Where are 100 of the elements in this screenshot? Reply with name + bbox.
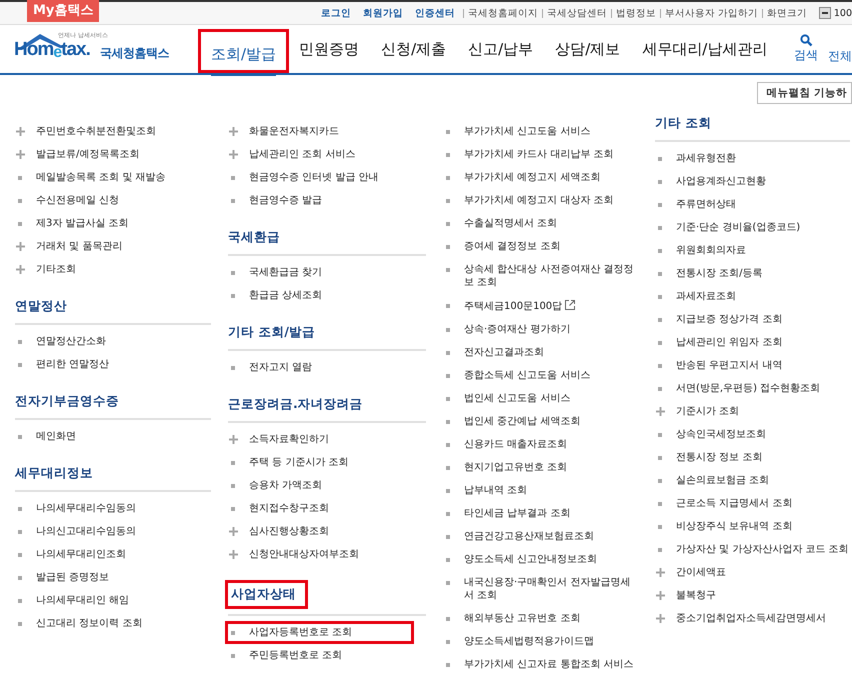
menu-link[interactable]: 과세자료조회 bbox=[676, 290, 736, 303]
menu-link[interactable]: 비상장주식 보유내역 조회 bbox=[676, 520, 792, 533]
menu-link[interactable]: 제3자 발급사실 조회 bbox=[36, 217, 129, 230]
bullet-icon bbox=[658, 318, 662, 322]
nav-tab[interactable]: 세무대리/납세관리 bbox=[630, 25, 780, 73]
section-heading: 세무대리정보 bbox=[15, 464, 93, 482]
menu-link[interactable]: 해외부동산 고유번호 조회 bbox=[464, 612, 580, 625]
top-link[interactable]: 국세청홈페이지 bbox=[468, 6, 538, 20]
menu-link[interactable]: 상속·증여재산 평가하기 bbox=[464, 323, 570, 336]
top-link[interactable]: 회원가입 bbox=[362, 6, 403, 20]
menu-link[interactable]: 부가가치세 예정고지 대상자 조회 bbox=[464, 194, 614, 207]
my-hometax-badge[interactable]: My홈택스 bbox=[27, 0, 100, 22]
top-link[interactable]: 로그인 bbox=[320, 6, 351, 20]
menu-link[interactable]: 사업자등록번호로 조회 bbox=[249, 626, 352, 639]
menu-link[interactable]: 위원회회의자료 bbox=[676, 244, 746, 257]
menu-link[interactable]: 실손의료보험금 조회 bbox=[676, 474, 770, 487]
menu-link[interactable]: 주택세금100문100답 bbox=[464, 299, 576, 313]
menu-link[interactable]: 거래처 및 품목관리 bbox=[36, 240, 122, 253]
menu-link[interactable]: 나의신고대리수임동의 bbox=[36, 525, 136, 538]
menu-link[interactable]: 발급보류/예정목록조회 bbox=[36, 148, 140, 161]
top-link[interactable]: 인증센터 bbox=[414, 6, 455, 20]
bullet-icon bbox=[658, 157, 662, 161]
menu-link[interactable]: 현금영수증 인터넷 발급 안내 bbox=[249, 171, 379, 184]
top-link[interactable]: 국세상담센터 bbox=[546, 6, 607, 20]
search-button[interactable]: 검색 bbox=[794, 34, 818, 64]
menu-link[interactable]: 과세유형전환 bbox=[676, 152, 736, 165]
menu-link[interactable]: 증여세 결정정보 조회 bbox=[464, 240, 560, 253]
menu-link[interactable]: 전자신고결과조회 bbox=[464, 346, 544, 359]
menu-link[interactable]: 주민등록번호로 조회 bbox=[249, 649, 342, 662]
menu-link[interactable]: 전통시장 정보 조회 bbox=[676, 451, 762, 464]
menu-link[interactable]: 주택 등 기준시가 조회 bbox=[249, 456, 349, 469]
menu-link[interactable]: 법인세 신고도움 서비스 bbox=[464, 392, 570, 405]
menu-link[interactable]: 타인세금 납부결과 조회 bbox=[464, 507, 570, 520]
menu-link[interactable]: 메인화면 bbox=[36, 430, 76, 443]
expand-menu-button[interactable]: 메뉴펼침 기능하 bbox=[757, 82, 852, 104]
zoom-out-button[interactable] bbox=[818, 7, 831, 19]
menu-link[interactable]: 주류면허상태 bbox=[676, 198, 736, 211]
menu-link[interactable]: 부가가치세 카드사 대리납부 조회 bbox=[464, 148, 614, 161]
bullet-icon bbox=[446, 328, 450, 332]
menu-link[interactable]: 메일발송목록 조회 및 재발송 bbox=[36, 171, 166, 184]
bullet-icon bbox=[446, 443, 450, 447]
menu-link[interactable]: 현지기업고유번호 조회 bbox=[464, 461, 568, 474]
menu-link[interactable]: 연금건강고용산재보험료조회 bbox=[464, 530, 594, 543]
nav-tab[interactable]: 조회/발급 bbox=[198, 29, 290, 73]
menu-link[interactable]: 국세환급금 찾기 bbox=[249, 266, 322, 279]
nav-tab[interactable]: 민원증명 bbox=[287, 25, 372, 73]
menu-link[interactable]: 납부내역 조회 bbox=[464, 484, 528, 497]
menu-link[interactable]: 부가가치세 신고자료 통합조회 서비스 bbox=[464, 658, 634, 671]
bullet-icon bbox=[446, 176, 450, 180]
menu-link[interactable]: 양도소득세 신고안내정보조회 bbox=[464, 553, 598, 566]
menu-link[interactable]: 신용카드 매출자료조회 bbox=[464, 438, 568, 451]
menu-link[interactable]: 주민번호수취분전환및조회 bbox=[36, 125, 156, 138]
menu-link[interactable]: 승용차 가액조회 bbox=[249, 479, 322, 492]
menu-link[interactable]: 심사진행상황조회 bbox=[249, 525, 329, 538]
menu-link[interactable]: 나의세무대리수임동의 bbox=[36, 502, 136, 515]
menu-link[interactable]: 부가가치세 예정고지 세액조회 bbox=[464, 171, 600, 184]
menu-link[interactable]: 수신전용메일 신청 bbox=[36, 194, 120, 207]
menu-link[interactable]: 수출실적명세서 조회 bbox=[464, 217, 558, 230]
menu-link[interactable]: 가상자산 및 가상자산사업자 코드 조회 bbox=[676, 543, 849, 556]
menu-link[interactable]: 서면(방문,우편등) 접수현황조회 bbox=[676, 382, 820, 395]
menu-link[interactable]: 종합소득세 신고도움 서비스 bbox=[464, 369, 590, 382]
menu-link[interactable]: 신청안내대상자여부조회 bbox=[249, 548, 359, 561]
menu-link[interactable]: 납세관리인 조회 서비스 bbox=[249, 148, 356, 161]
nav-tab[interactable]: 상담/제보 bbox=[543, 25, 632, 73]
menu-link[interactable]: 발급된 증명정보 bbox=[36, 571, 110, 584]
menu-link[interactable]: 화물운전자복지카드 bbox=[249, 125, 339, 138]
menu-link[interactable]: 전자고지 열람 bbox=[249, 361, 312, 374]
logo-wordmark[interactable]: Hom$_{e}$tax. bbox=[14, 39, 90, 62]
menu-link[interactable]: 신고대리 정보이력 조회 bbox=[36, 617, 142, 630]
menu-link[interactable]: 납세관리인 위임자 조회 bbox=[676, 336, 782, 349]
menu-link[interactable]: 연말정산간소화 bbox=[36, 335, 106, 348]
menu-link[interactable]: 현지접수창구조회 bbox=[249, 502, 329, 515]
menu-link[interactable]: 간이세액표 bbox=[676, 566, 726, 579]
menu-link[interactable]: 전통시장 조회/등록 bbox=[676, 267, 763, 280]
menu-link[interactable]: 기준시가 조회 bbox=[676, 405, 740, 418]
top-link[interactable]: 부서사용자 가입하기 bbox=[664, 6, 758, 20]
menu-link[interactable]: 양도소득세법령적용가이드맵 bbox=[464, 635, 594, 648]
top-link[interactable]: 법령정보 bbox=[616, 6, 656, 20]
menu-link[interactable]: 편리한 연말정산 bbox=[36, 358, 110, 371]
menu-link[interactable]: 지급보증 정상가격 조회 bbox=[676, 313, 782, 326]
menu-link[interactable]: 상속세 합산대상 사전증여재산 결정정보 조회 bbox=[464, 263, 638, 289]
menu-link[interactable]: 불복청구 bbox=[676, 589, 716, 602]
menu-link[interactable]: 반송된 우편고지서 내역 bbox=[676, 359, 782, 372]
menu-link[interactable]: 나의세무대리인조회 bbox=[36, 548, 126, 561]
menu-link[interactable]: 기준·단순 경비율(업종코드) bbox=[676, 221, 800, 234]
menu-link[interactable]: 부가가치세 신고도움 서비스 bbox=[464, 125, 590, 138]
menu-link[interactable]: 사업용계좌신고현황 bbox=[676, 175, 766, 188]
menu-link[interactable]: 소득자료확인하기 bbox=[249, 433, 329, 446]
menu-link[interactable]: 법인세 중간예납 세액조회 bbox=[464, 415, 580, 428]
menu-link[interactable]: 내국신용장·구매확인서 전자발급명세서 조회 bbox=[464, 576, 638, 602]
menu-link[interactable]: 중소기업취업자소득세감면명세서 bbox=[676, 612, 826, 625]
menu-link[interactable]: 현금영수증 발급 bbox=[249, 194, 322, 207]
menu-link[interactable]: 상속인국세정보조회 bbox=[676, 428, 766, 441]
all-menu-button[interactable]: 전체 bbox=[828, 48, 852, 64]
menu-link[interactable]: 기타조회 bbox=[36, 263, 76, 276]
menu-link[interactable]: 근로소득 지급명세서 조회 bbox=[676, 497, 792, 510]
nav-tab[interactable]: 신고/납부 bbox=[456, 25, 546, 73]
menu-link[interactable]: 환급금 상세조회 bbox=[249, 289, 322, 302]
menu-link[interactable]: 나의세무대리인 해임 bbox=[36, 594, 130, 607]
nav-tab[interactable]: 신청/제출 bbox=[369, 25, 458, 73]
